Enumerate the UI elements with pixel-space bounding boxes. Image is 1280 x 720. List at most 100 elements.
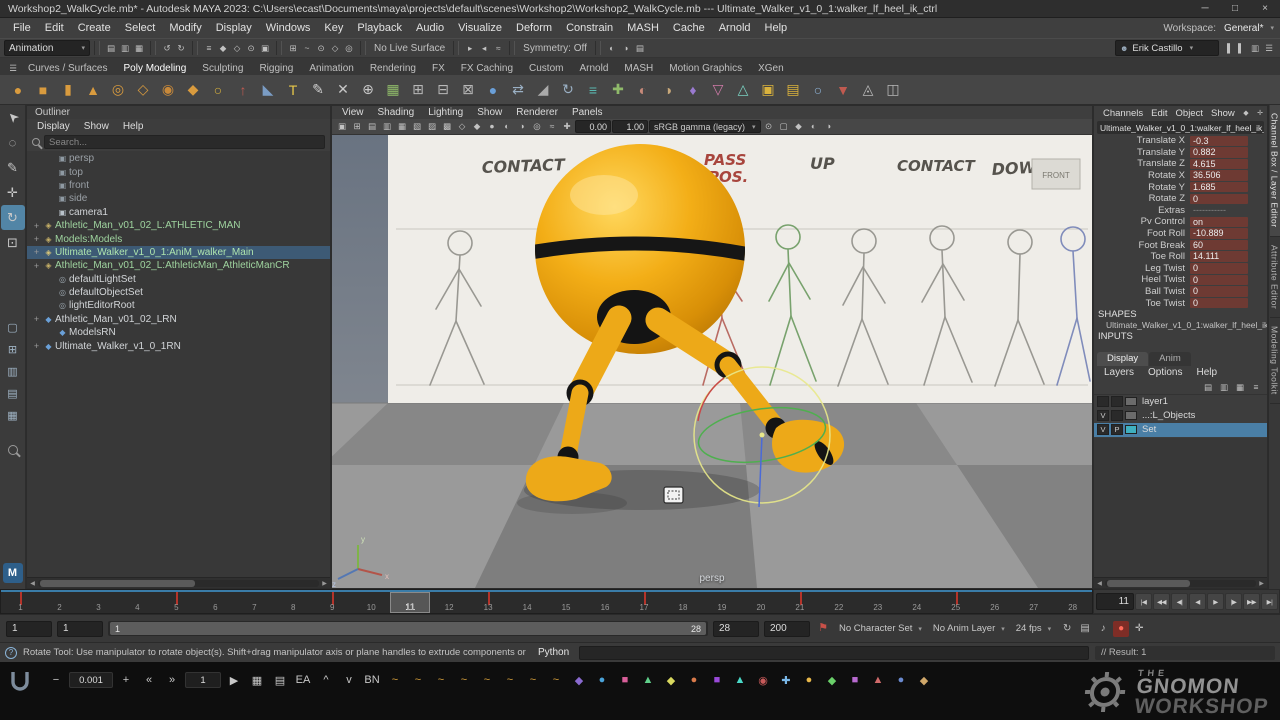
channel-box-menu-item[interactable]: Object (1172, 108, 1207, 119)
construction-history-icon[interactable]: ≈ (491, 41, 505, 55)
divider[interactable] (509, 41, 515, 55)
xray-joints-icon[interactable]: ◆ (792, 120, 806, 134)
shelf-tab[interactable]: Custom (521, 62, 571, 75)
expand-icon[interactable]: + (31, 341, 42, 351)
fill-hole-icon[interactable]: ○ (806, 78, 830, 102)
ipr-render-icon[interactable]: ◑ (619, 41, 633, 55)
snap-curve-icon[interactable]: ~ (300, 41, 314, 55)
select-hierarchy-icon[interactable]: ≡ (202, 41, 216, 55)
outliner-item[interactable]: ▣ top (27, 165, 330, 178)
smooth-mesh-icon[interactable]: ● (481, 78, 505, 102)
channel-box-menu-item[interactable]: Channels (1099, 108, 1147, 119)
shelf-tab[interactable]: Poly Modeling (115, 62, 194, 75)
layer-visibility-toggle[interactable] (1097, 396, 1109, 407)
bake-keys-icon[interactable]: ■ (707, 670, 727, 690)
expand-icon[interactable]: + (31, 247, 42, 257)
retime-tool-icon[interactable]: ▲ (730, 670, 750, 690)
snap-point-icon[interactable]: ⊙ (314, 41, 328, 55)
layer-visibility-toggle[interactable]: V (1097, 424, 1109, 435)
range-slider-bar[interactable]: 1 28 (110, 622, 706, 635)
poly-cylinder-icon[interactable]: ▮ (56, 78, 80, 102)
channel-box-toggle-icon[interactable]: ▥ (1248, 41, 1262, 55)
expand-icon[interactable]: + (31, 234, 42, 244)
command-input[interactable] (579, 646, 1089, 660)
command-language-label[interactable]: Python (534, 647, 573, 658)
symmetry-label[interactable]: Symmetry: Off (519, 43, 591, 54)
spline-tangent-icon[interactable]: ~ (408, 670, 428, 690)
outliner-item[interactable]: + ◈ Athletic_Man_v01_02_L:ATHLETIC_MAN (27, 219, 330, 232)
wireframe-icon[interactable]: ◇ (455, 120, 469, 134)
divider[interactable] (192, 41, 198, 55)
layer-row[interactable]: V ...:L_Objects (1094, 409, 1267, 423)
save-scene-icon[interactable]: ▦ (132, 41, 146, 55)
channel-value[interactable]: 36.506 (1190, 170, 1248, 181)
hold-current-keys-icon[interactable]: ◆ (822, 670, 842, 690)
grid-display-icon[interactable]: ▤ (270, 670, 290, 690)
outliner-item[interactable]: + ◆ Athletic_Man_v01_02_LRN (27, 313, 330, 326)
layer-editor-menu-item[interactable]: Options (1142, 367, 1188, 378)
outliner-item[interactable]: + ◈ Models:Models (27, 232, 330, 245)
step-value-field[interactable]: 0.001 (69, 672, 113, 688)
go-to-end-button[interactable]: ▶| (1261, 593, 1278, 610)
channel-value[interactable]: 4.615 (1190, 159, 1248, 170)
poly-sphere-icon[interactable]: ● (6, 78, 30, 102)
tab-modeling-toolkit[interactable]: Modeling Toolkit (1270, 318, 1280, 404)
target-weld-icon[interactable]: ⊕ (356, 78, 380, 102)
workspace-value[interactable]: General* (1220, 23, 1267, 34)
render-icon[interactable]: ◐ (605, 41, 619, 55)
channel-value[interactable]: 0 (1190, 286, 1248, 297)
poly-torus-icon[interactable]: ◎ (106, 78, 130, 102)
channel-row[interactable]: Leg Twist 0 (1094, 263, 1267, 275)
channel-row[interactable]: Translate X -0.3 (1094, 135, 1267, 147)
output-connections-icon[interactable]: ◂ (477, 41, 491, 55)
highlight-selection-icon[interactable]: ⊙ (244, 41, 258, 55)
viewport-menu-item[interactable]: View (336, 107, 370, 118)
animation-prefs-icon[interactable]: ✛ (1131, 621, 1147, 637)
outliner-item[interactable]: ◆ ModelsRN (27, 326, 330, 339)
shelf-tab[interactable]: MASH (616, 62, 661, 75)
persp-graph-layout-button[interactable]: ▤ (2, 383, 24, 403)
window-control-button[interactable]: × (1250, 0, 1280, 18)
snap-plane-icon[interactable]: ◇ (328, 41, 342, 55)
redo-icon[interactable]: ↻ (174, 41, 188, 55)
poly-disc-icon[interactable]: ◉ (156, 78, 180, 102)
shelf-menu-icon[interactable]: ☰ (6, 61, 20, 75)
fps-dropdown[interactable]: 24 fps ▾ (1013, 623, 1054, 634)
menu-item[interactable]: Playback (350, 22, 409, 34)
sculpt-tool-icon[interactable]: ◐ (631, 78, 655, 102)
plateau-tangent-icon[interactable]: ~ (523, 670, 543, 690)
menu-item[interactable]: File (6, 22, 38, 34)
poly-cone-icon[interactable]: ▲ (81, 78, 105, 102)
viewport-menu-item[interactable]: Show (471, 107, 508, 118)
divider[interactable] (150, 41, 156, 55)
collapse-graph-icon[interactable]: v (339, 670, 359, 690)
channel-row[interactable]: Translate Y 0.882 (1094, 147, 1267, 159)
ea-mode-icon[interactable]: EA (293, 670, 313, 690)
layer-visibility-toggle[interactable]: V (1097, 410, 1109, 421)
menu-item[interactable]: Cache (666, 22, 712, 34)
camera-select-icon[interactable]: ▣ (335, 120, 349, 134)
shelf-tab[interactable]: Rendering (362, 62, 424, 75)
layer-playback-toggle[interactable] (1111, 410, 1123, 421)
breakdown-key-icon[interactable]: ● (799, 670, 819, 690)
character-set-dropdown[interactable]: No Character Set ▾ (836, 623, 925, 634)
scroll-left-icon[interactable]: ◀ (27, 578, 38, 588)
unghost-icon[interactable]: ▲ (638, 670, 658, 690)
expand-graph-icon[interactable]: ^ (316, 670, 336, 690)
outliner-item[interactable]: + ◆ Ultimate_Walker_v1_0_1RN (27, 339, 330, 352)
sound-icon[interactable]: ♪ (1095, 621, 1111, 637)
pinch-tool-icon[interactable]: ▽ (706, 78, 730, 102)
shadows-icon[interactable]: ◑ (515, 120, 529, 134)
step-back-frame-button[interactable]: ◀| (1171, 593, 1188, 610)
safe-title-icon[interactable]: ▩ (440, 120, 454, 134)
crease-icon[interactable]: ◢ (531, 78, 555, 102)
new-layer-from-selected-icon[interactable]: ▥ (1217, 380, 1231, 394)
zoom-tool-button[interactable] (1, 437, 25, 462)
combine-icon[interactable]: ▤ (781, 78, 805, 102)
scroll-left-icon[interactable]: ◀ (1094, 578, 1105, 588)
increment-icon[interactable]: + (116, 670, 136, 690)
move-tool-button[interactable]: ✛ (1, 180, 25, 205)
select-component-icon[interactable]: ◇ (230, 41, 244, 55)
gamma-icon[interactable]: ◑ (822, 120, 836, 134)
outliner-hscrollbar[interactable]: ◀ ▶ (27, 577, 330, 588)
